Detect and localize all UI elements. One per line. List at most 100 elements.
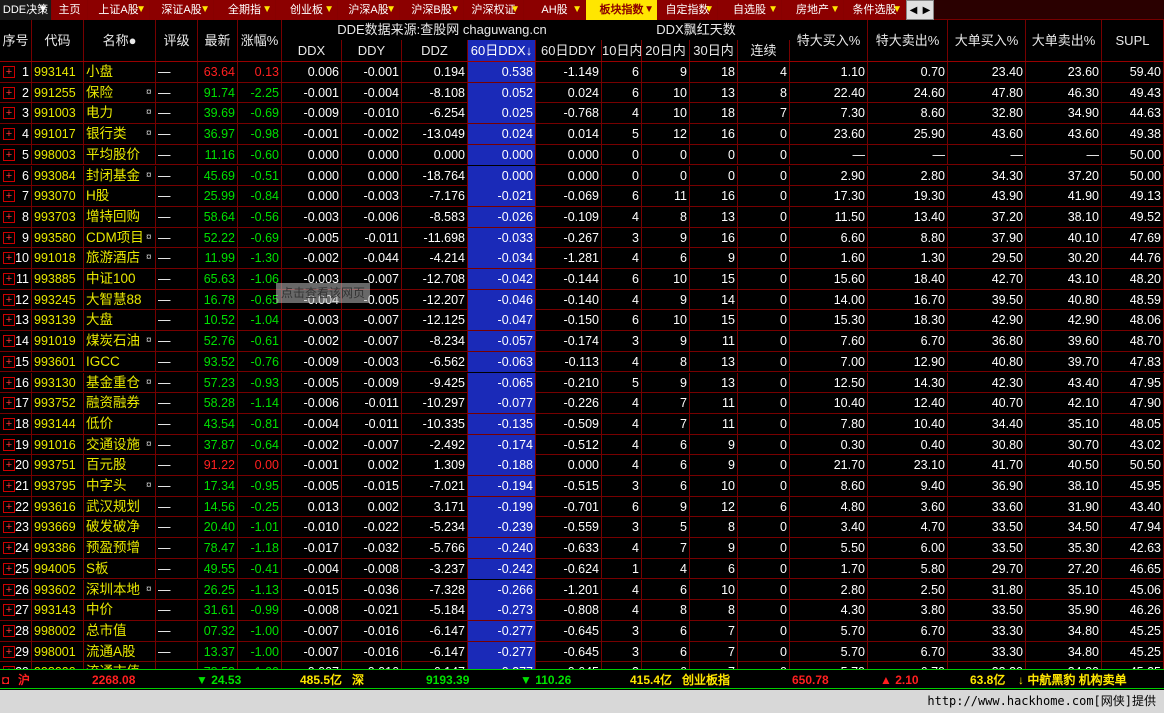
gear-icon[interactable]: ¤ [146,373,152,393]
gear-icon[interactable]: ¤ [146,331,152,351]
expand-icon[interactable]: + [3,335,15,348]
scroll-left-icon[interactable]: ◀ [910,5,918,16]
table-row[interactable]: +12993245大智慧88—16.78-0.65-0.004-0.005-12… [0,289,1164,311]
expand-icon[interactable]: + [3,417,15,430]
column-header-16[interactable]: 特大卖出% [868,20,948,62]
sz-index[interactable]: 9193.39 [426,670,469,690]
table-row[interactable]: +7 993070 H股 —25.99 -0.84 0.000 -0.003 -7.176 -0… [0,186,1164,207]
tab-14[interactable]: 条件选股 ▼ [844,0,906,20]
expand-icon[interactable]: + [3,355,15,368]
table-row[interactable]: +29 998001 流通A股 — 13.37 -1.00 -0.007 -0.016 -6.1… [0,641,1164,663]
expand-icon[interactable]: + [3,252,15,265]
gear-icon[interactable]: ¤ [146,248,152,268]
table-row[interactable]: +10 991018 旅游酒店 ¤ —11.99 -1.30 -0.002 -0.044 -4.… [0,248,1164,269]
gear-icon[interactable]: ¤ [146,83,152,103]
tab-7[interactable]: 沪深B股 ▼ [400,0,464,20]
table-row[interactable]: +26 993602 深圳本地 ¤ —26.25 -1.13 -0.015 -0.036 -7.… [0,579,1164,601]
tab-0[interactable]: DDE决策 ▼ [0,0,52,20]
gear-icon[interactable]: ¤ [146,124,152,144]
news-ticker[interactable]: ↓ 中航黑豹 机构卖单 [1018,670,1127,690]
table-row[interactable]: +5 998003 平均股价 —11.16 -0.60 0.000 0.000 0.000 0.… [0,144,1164,166]
column-header-17[interactable]: 大单买入% [948,20,1026,62]
expand-icon[interactable]: + [3,210,15,223]
tab-4[interactable]: 全期指 ▼ [214,0,276,20]
expand-icon[interactable]: + [3,500,15,513]
table-row[interactable]: +18 993144 低价 — 43.54 -0.81 -0.004 -0.011 -10.33… [0,413,1164,435]
table-row[interactable]: +27 993143 中价 — 31.61 -0.99 -0.008 -0.021 -5.184… [0,600,1164,621]
table-row[interactable]: +3 991003 电力 ¤ —39.69 -0.69 -0.009 -0.010 -6.254… [0,103,1164,125]
expand-icon[interactable]: + [3,293,15,306]
gear-icon[interactable]: ¤ [146,228,152,248]
expand-icon[interactable]: + [3,459,15,472]
table-row[interactable]: +23 993669 破发破净 — 20.40 -1.01 -0.010 -0.022 -5.2… [0,517,1164,539]
table-row[interactable]: +21 993795 中字头 ¤ —17.34 -0.95 -0.005 -0.015 -7.0… [0,476,1164,497]
column-header-13[interactable]: 30日内 [690,40,738,62]
column-header-19[interactable]: SUPL [1102,20,1164,62]
expand-icon[interactable]: + [3,438,15,451]
gear-icon[interactable]: ¤ [146,435,152,455]
tab-10[interactable]: 板块指数 ▼ [586,0,658,20]
expand-icon[interactable]: + [3,169,15,182]
table-row[interactable]: +4 991017 银行类 ¤ —36.97 -0.98 -0.001 -0.002 -13.0… [0,124,1164,145]
column-header-3[interactable]: 评级 [156,20,198,62]
column-header-6[interactable]: DDX [282,40,342,62]
column-header-9[interactable]: 60日DDX↓ [468,40,536,62]
expand-icon[interactable]: + [3,107,15,120]
column-header-8[interactable]: DDZ [402,40,468,62]
expand-icon[interactable]: + [3,231,15,244]
expand-icon[interactable]: + [3,148,15,161]
scroll-right-icon[interactable]: ▶ [923,5,931,16]
expand-icon[interactable]: + [3,624,15,637]
table-row[interactable]: +15 993601 IGCC — 93.52 -0.76 -0.009 -0.003 -6.5… [0,351,1164,373]
tab-11[interactable]: 自定指数 ▼ [658,0,718,20]
table-row[interactable]: +24 993386 预盈预增 — 78.47 -1.18 -0.017 -0.032 -5.7… [0,538,1164,559]
table-row[interactable]: +28 998002 总市值 — 07.32 -1.00 -0.007 -0.016 -6.14… [0,620,1164,642]
tab-3[interactable]: 深证A股 ▼ [150,0,214,20]
gear-icon[interactable]: ¤ [146,166,152,186]
table-row[interactable]: +1 993141 小盘 — 63.64 0.13 0.006 -0.001 0.194 0.53… [0,62,1164,83]
column-header-12[interactable]: 20日内 [642,40,690,62]
gear-icon[interactable]: ¤ [146,476,152,496]
expand-icon[interactable]: + [3,480,15,492]
expand-icon[interactable]: + [3,604,15,617]
table-row[interactable]: +13 993139 大盘 — 10.52 -1.04 -0.003 -0.007 -12.12… [0,310,1164,332]
gear-icon[interactable]: ¤ [146,103,152,123]
expand-icon[interactable]: + [3,66,15,78]
table-row[interactable]: +14 991019 煤炭石油 ¤ —52.76 -0.61 -0.002 -0.007 -8.… [0,331,1164,352]
column-header-15[interactable]: 特大买入% [790,20,868,62]
tab-2[interactable]: 上证A股 ▼ [88,0,150,20]
expand-icon[interactable]: + [3,562,15,575]
expand-icon[interactable]: + [3,583,15,596]
expand-icon[interactable]: + [3,190,15,203]
tab-13[interactable]: 房地产 ▼ [782,0,844,20]
column-header-11[interactable]: 10日内 [602,40,642,62]
sh-index[interactable]: 2268.08 [92,670,135,690]
column-header-7[interactable]: DDY [342,40,402,62]
table-row[interactable]: +17 993752 融资融券 — 58.28 -1.14 -0.006 -0.011 -10.… [0,393,1164,414]
column-header-2[interactable]: 名称● [84,20,156,62]
expand-icon[interactable]: + [3,314,15,327]
table-row[interactable]: +25 994005 S板 — 49.55 -0.41 -0.004 -0.008 -3.237… [0,558,1164,580]
table-row[interactable]: +8 993703 增持回购 —58.64 -0.56 -0.003 -0.006 -8.58… [0,206,1164,228]
table-row[interactable]: +9 993580 CDM项目 ¤ —52.22 -0.69 -0.005 -0.011 -11… [0,227,1164,249]
expand-icon[interactable]: + [3,397,15,410]
expand-icon[interactable]: + [3,521,15,534]
cy-index[interactable]: 650.78 [792,670,829,690]
column-header-1[interactable]: 代码 [32,20,84,62]
tab-6[interactable]: 沪深A股 ▼ [338,0,400,20]
column-header-10[interactable]: 60日DDY [536,40,602,62]
expand-icon[interactable]: + [3,376,15,389]
expand-icon[interactable]: + [3,542,15,555]
table-row[interactable]: +22 993616 武汉规划 —14.56 -0.25 0.013 0.002 3.171-… [0,496,1164,518]
table-row[interactable]: +19 991016 交通设施 ¤ —37.87 -0.64 -0.002 -0.007 -2.… [0,434,1164,456]
expand-icon[interactable]: + [3,128,15,141]
tab-12[interactable]: 自选股 ▼ [718,0,782,20]
table-row[interactable]: +2 991255 保险 ¤ —91.74 -2.25 -0.001 -0.004 -8.108… [0,82,1164,104]
table-row[interactable]: +16 993130 基金重仓 ¤ —57.23 -0.93 -0.005 -0.009 -9.… [0,372,1164,394]
tab-5[interactable]: 创业板 ▼ [276,0,338,20]
tab-1[interactable]: 主页 [52,0,88,20]
tab-scroll-arrows[interactable]: ◀ ▶ [906,0,934,20]
column-header-0[interactable]: 序号 [0,20,32,62]
expand-icon[interactable]: + [3,645,15,658]
table-row[interactable]: +6 993084 封闭基金 ¤ —45.69 -0.51 0.000 0.000 -18.76… [0,165,1164,187]
